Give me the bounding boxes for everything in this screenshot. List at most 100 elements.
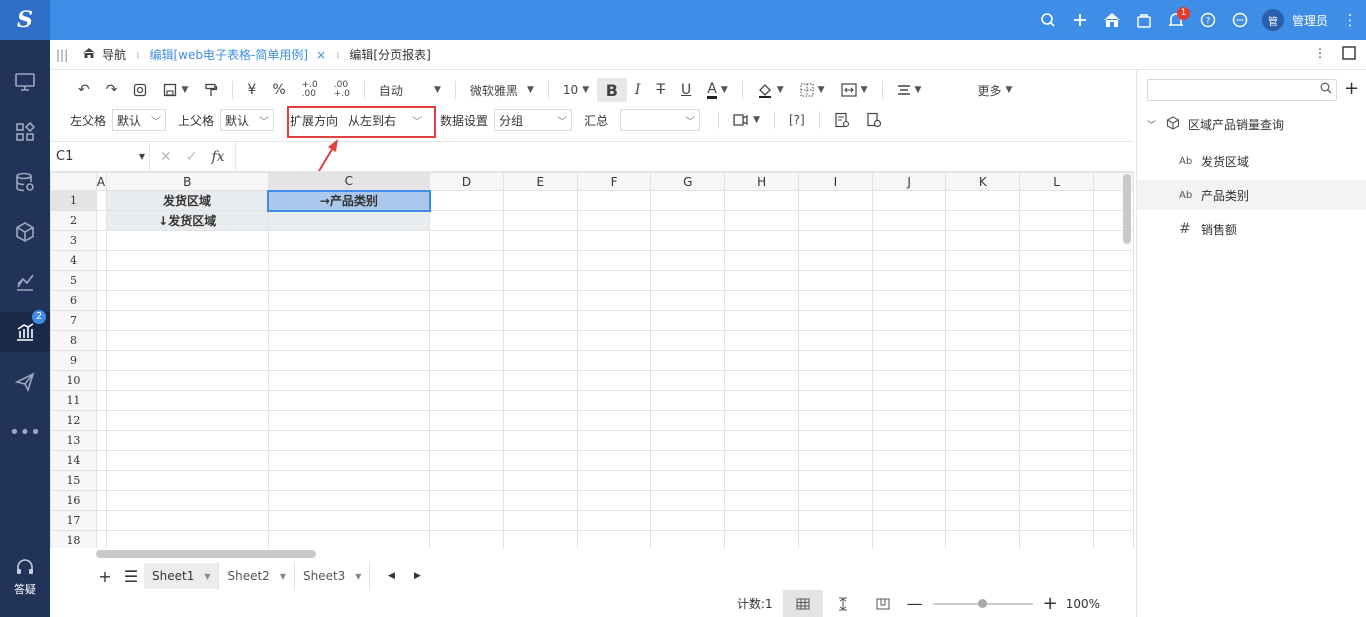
cell-b7[interactable]: [105, 310, 269, 331]
row-header[interactable]: 7: [50, 310, 97, 331]
cell-f5[interactable]: [576, 270, 652, 291]
cell-l10[interactable]: [1019, 370, 1095, 391]
zoom-slider-knob[interactable]: [977, 598, 987, 608]
cell-j5[interactable]: [871, 270, 947, 291]
cell-l5[interactable]: [1019, 270, 1095, 291]
cell-g4[interactable]: [650, 250, 726, 271]
cell-g1[interactable]: [650, 190, 726, 211]
row-header[interactable]: 11: [50, 390, 97, 411]
cell-j10[interactable]: [871, 370, 947, 391]
cell-g15[interactable]: [650, 470, 726, 491]
cell-a13[interactable]: [95, 430, 107, 451]
cell-c10[interactable]: [267, 370, 431, 391]
sidebar-more-icon[interactable]: •••: [0, 412, 50, 452]
column-header[interactable]: J: [871, 172, 947, 191]
zoom-in-icon[interactable]: +: [1043, 593, 1058, 614]
cell-b9[interactable]: [105, 350, 269, 371]
cell-_5[interactable]: [1093, 270, 1134, 291]
spreadsheet-grid[interactable]: ABCDEFGHIJKL 1 发货区域 →产品类别 2 ↓发货区域 3 4 5 6 7 8 9 10 11…: [50, 172, 1134, 548]
notification-bell-icon[interactable]: 1: [1160, 0, 1192, 40]
caret-down-icon[interactable]: ▼: [204, 572, 210, 581]
cell-f16[interactable]: [576, 490, 652, 511]
cell-c2[interactable]: [267, 210, 431, 231]
cell-i11[interactable]: [797, 390, 873, 411]
cell-b17[interactable]: [105, 510, 269, 531]
sheet-tab[interactable]: Sheet1 ▼: [144, 563, 220, 589]
cell-_10[interactable]: [1093, 370, 1134, 391]
cell-l2[interactable]: [1019, 210, 1095, 231]
tab-edit-web-sheet[interactable]: 编辑[web电子表格-简单用例] ×: [142, 40, 335, 70]
cell-i13[interactable]: [797, 430, 873, 451]
cell-e13[interactable]: [502, 430, 578, 451]
cell-b8[interactable]: [105, 330, 269, 351]
row-header[interactable]: 4: [50, 250, 97, 271]
cell-a2[interactable]: [95, 210, 107, 231]
cell-d18[interactable]: [429, 530, 504, 548]
cell-d14[interactable]: [429, 450, 504, 471]
cell-b11[interactable]: [105, 390, 269, 411]
cell-f8[interactable]: [576, 330, 652, 351]
add-sheet-icon[interactable]: +: [92, 567, 118, 586]
sidebar-item-apps[interactable]: [0, 112, 50, 152]
cell-l11[interactable]: [1019, 390, 1095, 411]
more-button[interactable]: 更多 ▼: [969, 78, 1020, 102]
cell-l17[interactable]: [1019, 510, 1095, 531]
cell-e16[interactable]: [502, 490, 578, 511]
cell-c17[interactable]: [267, 510, 431, 531]
row-header[interactable]: 12: [50, 410, 97, 431]
cell-d17[interactable]: [429, 510, 504, 531]
cell-i9[interactable]: [797, 350, 873, 371]
cell-b4[interactable]: [105, 250, 269, 271]
normal-view-icon[interactable]: [782, 590, 823, 617]
caret-down-icon[interactable]: ▼: [355, 572, 361, 581]
cell-_12[interactable]: [1093, 410, 1134, 431]
cell-f3[interactable]: [576, 230, 652, 251]
cell-d5[interactable]: [429, 270, 504, 291]
cell-b15[interactable]: [105, 470, 269, 491]
cell-l13[interactable]: [1019, 430, 1095, 451]
avatar[interactable]: 管: [1261, 9, 1284, 31]
user-name[interactable]: 管理员: [1292, 12, 1328, 29]
cell-a8[interactable]: [95, 330, 107, 351]
merge-cells-icon[interactable]: ▼: [833, 78, 876, 102]
cell-c14[interactable]: [267, 450, 431, 471]
cell-l9[interactable]: [1019, 350, 1095, 371]
cell-g16[interactable]: [650, 490, 726, 511]
row-header[interactable]: 3: [50, 230, 97, 251]
cell-b13[interactable]: [105, 430, 269, 451]
cell-f18[interactable]: [576, 530, 652, 548]
cell-j2[interactable]: [871, 210, 947, 231]
increase-decimal-icon[interactable]: +.0.00: [294, 78, 326, 102]
cell-a5[interactable]: [95, 270, 107, 291]
cell-h3[interactable]: [724, 230, 799, 251]
cell-e5[interactable]: [502, 270, 578, 291]
cell-l6[interactable]: [1019, 290, 1095, 311]
cell-k3[interactable]: [945, 230, 1021, 251]
cell-k18[interactable]: [945, 530, 1021, 548]
plus-icon[interactable]: [1064, 0, 1096, 40]
cell-i18[interactable]: [797, 530, 873, 548]
cell-a6[interactable]: [95, 290, 107, 311]
cell-i17[interactable]: [797, 510, 873, 531]
row-header[interactable]: 5: [50, 270, 97, 291]
cell-f6[interactable]: [576, 290, 652, 311]
cell-i5[interactable]: [797, 270, 873, 291]
sidebar-item-dashboard[interactable]: [0, 62, 50, 102]
row-header[interactable]: 9: [50, 350, 97, 371]
cell-j9[interactable]: [871, 350, 947, 371]
cell-_8[interactable]: [1093, 330, 1134, 351]
cell-c12[interactable]: [267, 410, 431, 431]
more-vertical-icon[interactable]: ⋮: [1340, 0, 1360, 40]
tab-menu-icon[interactable]: |||: [50, 40, 74, 70]
cell-k8[interactable]: [945, 330, 1021, 351]
decrease-decimal-icon[interactable]: .00 +.0: [326, 78, 358, 102]
tab-edit-paged-report[interactable]: 编辑[分页报表]: [341, 40, 438, 70]
currency-format-button[interactable]: ¥: [239, 78, 264, 102]
cell-i1[interactable]: [797, 190, 873, 211]
close-icon[interactable]: ×: [316, 48, 326, 62]
cell-h16[interactable]: [724, 490, 799, 511]
cell-b18[interactable]: [105, 530, 269, 548]
cell-a1[interactable]: [95, 190, 107, 211]
cell-g2[interactable]: [650, 210, 726, 231]
column-header[interactable]: C: [267, 172, 431, 191]
